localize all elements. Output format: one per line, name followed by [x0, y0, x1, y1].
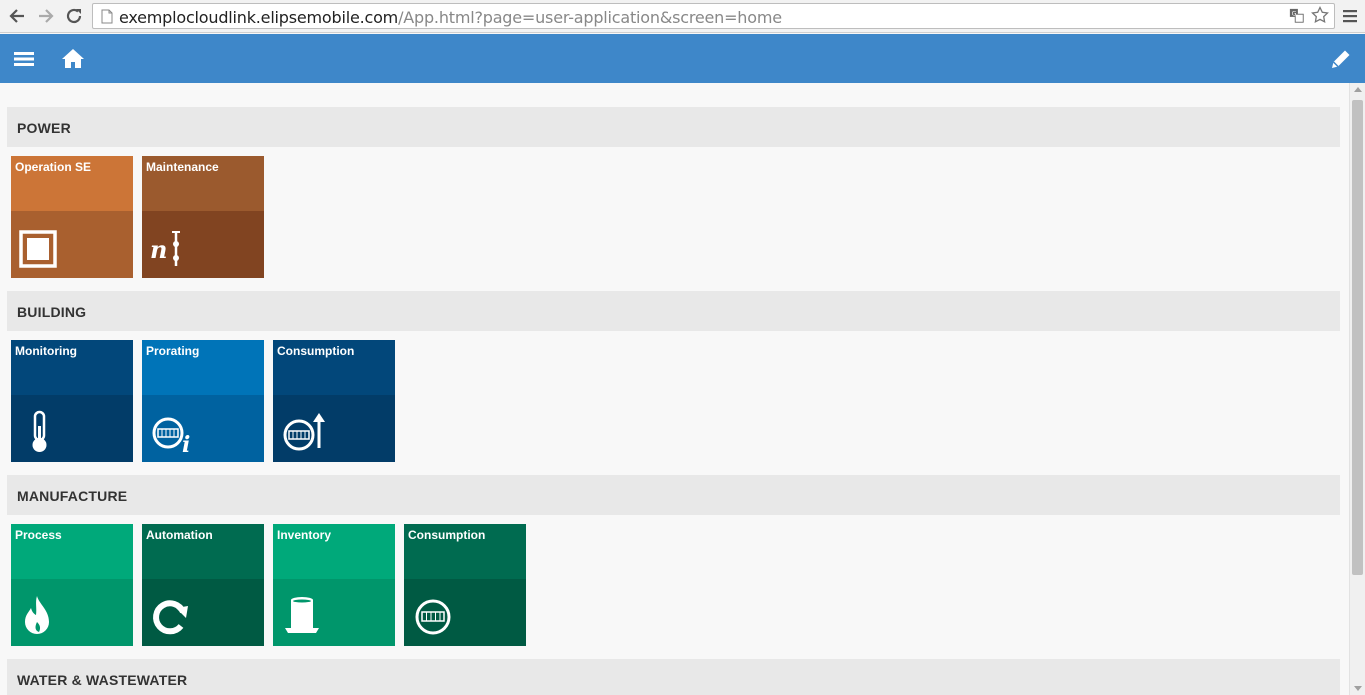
- refresh-icon: [150, 592, 194, 638]
- scroll-up-arrow-icon[interactable]: [1354, 87, 1362, 92]
- url-path: /App.html?page=user-application&screen=h…: [398, 8, 782, 27]
- tile-label: Monitoring: [15, 344, 77, 358]
- page-icon: [101, 9, 113, 24]
- meter-up-icon: [281, 408, 325, 454]
- home-content: POWER Operation SE Maintenance n BUILDIN…: [0, 83, 1349, 695]
- tile-label: Prorating: [146, 344, 200, 358]
- meter-info-icon: i: [150, 408, 194, 458]
- chrome-menu-icon[interactable]: [1341, 7, 1359, 25]
- home-icon[interactable]: [60, 46, 86, 72]
- tile-maintenance[interactable]: Maintenance n: [142, 156, 264, 278]
- tile-prorating[interactable]: Prorating i: [142, 340, 264, 462]
- maintenance-icon: n: [150, 224, 194, 270]
- tile-operation-se[interactable]: Operation SE: [11, 156, 133, 278]
- svg-text:G: G: [1292, 11, 1297, 18]
- star-icon[interactable]: [1311, 5, 1329, 24]
- svg-text:n: n: [150, 235, 167, 264]
- browser-toolbar: exemplocloudlink.elipsemobile.com/App.ht…: [0, 0, 1365, 33]
- forward-arrow-icon[interactable]: [36, 6, 56, 26]
- section-header-building: BUILDING: [7, 291, 1340, 331]
- translate-icon[interactable]: G: [1289, 8, 1307, 26]
- url-host: exemplocloudlink.elipsemobile.com: [119, 8, 399, 27]
- tile-label: Inventory: [277, 528, 332, 542]
- reload-icon[interactable]: [64, 6, 84, 26]
- url-text: exemplocloudlink.elipsemobile.com/App.ht…: [119, 8, 782, 27]
- thermometer-icon: [19, 408, 63, 454]
- tile-label: Process: [15, 528, 62, 542]
- pencil-icon[interactable]: [1328, 46, 1354, 72]
- scroll-thumb[interactable]: [1352, 100, 1363, 575]
- tile-label: Operation SE: [15, 160, 92, 174]
- tile-label: Consumption: [408, 528, 486, 542]
- tile-monitoring[interactable]: Monitoring: [11, 340, 133, 462]
- meter-icon: [412, 592, 456, 638]
- section-header-water: WATER & WASTEWATER: [7, 659, 1340, 695]
- tile-label: Consumption: [277, 344, 355, 358]
- scrollbar[interactable]: [1349, 83, 1365, 695]
- tile-inventory[interactable]: Inventory: [273, 524, 395, 646]
- section-header-power: POWER: [7, 107, 1340, 147]
- tank-icon: [281, 592, 325, 638]
- tile-building-consumption[interactable]: Consumption: [273, 340, 395, 462]
- tile-label: Automation: [146, 528, 213, 542]
- tile-manufacture-consumption[interactable]: Consumption: [404, 524, 526, 646]
- address-bar[interactable]: exemplocloudlink.elipsemobile.com/App.ht…: [92, 3, 1335, 29]
- svg-text:i: i: [182, 432, 190, 454]
- scroll-down-arrow-icon[interactable]: [1354, 686, 1362, 691]
- tile-process[interactable]: Process: [11, 524, 133, 646]
- tile-label: Maintenance: [146, 160, 219, 174]
- substation-icon: [19, 224, 63, 270]
- app-header: [0, 34, 1365, 83]
- back-arrow-icon[interactable]: [7, 6, 27, 26]
- flame-icon: [19, 592, 63, 638]
- hamburger-icon[interactable]: [11, 46, 37, 72]
- section-header-manufacture: MANUFACTURE: [7, 475, 1340, 515]
- tile-automation[interactable]: Automation: [142, 524, 264, 646]
